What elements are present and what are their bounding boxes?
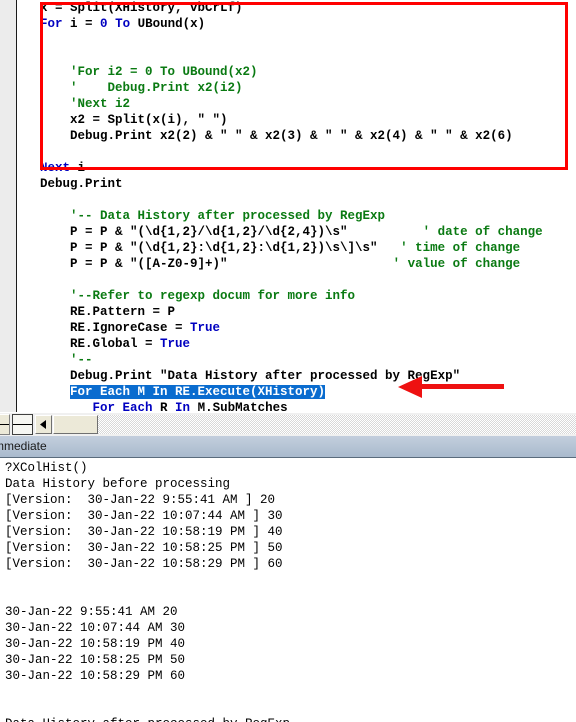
hscroll-left-arrow-button[interactable] bbox=[35, 415, 52, 434]
immediate-output-line: [Version: 30-Jan-22 10:58:25 PM ] 50 bbox=[5, 541, 283, 555]
code-line[interactable]: '-- Data History after processed by RegE… bbox=[18, 208, 576, 224]
code-token: '-- bbox=[40, 353, 93, 367]
code-line[interactable] bbox=[18, 32, 576, 48]
immediate-output-line: 30-Jan-22 9:55:41 AM 20 bbox=[5, 605, 178, 619]
code-token: Debug.Print bbox=[40, 177, 123, 191]
immediate-output-line: 30-Jan-22 10:58:29 PM 60 bbox=[5, 669, 186, 683]
code-line[interactable] bbox=[18, 144, 576, 160]
code-margin-indicator-bar bbox=[0, 0, 17, 412]
code-token: ' time of change bbox=[400, 241, 521, 255]
procedure-view-button[interactable] bbox=[0, 414, 10, 435]
code-line[interactable]: 'For i2 = 0 To UBound(x2) bbox=[18, 64, 576, 80]
code-line[interactable]: ' Debug.Print x2(i2) bbox=[18, 80, 576, 96]
immediate-output-line: [Version: 30-Jan-22 9:55:41 AM ] 20 bbox=[5, 493, 276, 507]
code-token: To bbox=[115, 17, 131, 31]
code-line[interactable]: RE.Pattern = P bbox=[18, 304, 576, 320]
code-token: P = P & "([A-Z0-9]+)" bbox=[40, 257, 393, 271]
code-token: ' date of change bbox=[422, 225, 543, 239]
code-token: True bbox=[190, 321, 221, 335]
code-line[interactable]: P = P & "(\d{1,2}:\d{1,2}:\d{1,2})\s\]\s… bbox=[18, 240, 576, 256]
code-token: ' Debug.Print x2(i2) bbox=[40, 81, 243, 95]
code-token: '-- Data History after processed by RegE… bbox=[40, 209, 386, 223]
code-token: RE.Pattern = P bbox=[40, 305, 176, 319]
code-line[interactable]: RE.Global = True bbox=[18, 336, 576, 352]
code-line[interactable]: x2 = Split(x(i), " ") bbox=[18, 112, 576, 128]
immediate-blank-line bbox=[0, 588, 576, 604]
code-token: RE.Global = bbox=[40, 337, 161, 351]
code-token: Debug.Print x2(2) & " " & x2(3) & " " & … bbox=[40, 129, 513, 143]
code-token: x2 = Split(x(i), " ") bbox=[40, 113, 228, 127]
code-line[interactable] bbox=[18, 48, 576, 64]
code-line[interactable]: For Each R In M.SubMatches bbox=[18, 400, 576, 412]
code-line[interactable]: Debug.Print x2(2) & " " & x2(3) & " " & … bbox=[18, 128, 576, 144]
hscroll-thumb[interactable] bbox=[53, 415, 98, 434]
code-line[interactable]: Debug.Print bbox=[18, 176, 576, 192]
code-token: R bbox=[152, 401, 176, 412]
code-token: 'For i2 = 0 To UBound(x2) bbox=[40, 65, 258, 79]
immediate-output-line: [Version: 30-Jan-22 10:58:19 PM ] 40 bbox=[5, 525, 283, 539]
code-token: i = bbox=[62, 17, 101, 31]
code-token: For Each bbox=[40, 401, 153, 412]
code-line[interactable] bbox=[18, 272, 576, 288]
code-line[interactable]: x = Split(XHistory, vbCrLf) bbox=[18, 0, 576, 16]
triangle-left-icon bbox=[40, 420, 46, 429]
immediate-output-line: [Version: 30-Jan-22 10:58:29 PM ] 60 bbox=[5, 557, 283, 571]
immediate-blank-line bbox=[0, 684, 576, 700]
code-line[interactable]: P = P & "(\d{1,2}/\d{1,2}/\d{2,4})\s" ' … bbox=[18, 224, 576, 240]
code-selection-text: For Each M In RE.Execute(XHistory) bbox=[70, 385, 326, 399]
code-token: For bbox=[40, 17, 63, 31]
code-line[interactable]: '--Refer to regexp docum for more info bbox=[18, 288, 576, 304]
code-token: Debug.Print "Data History after processe… bbox=[40, 369, 461, 383]
code-token: x = Split(XHistory, vbCrLf) bbox=[40, 1, 243, 15]
immediate-window-title: mmediate bbox=[0, 439, 47, 453]
code-line[interactable]: 'Next i2 bbox=[18, 96, 576, 112]
code-line[interactable] bbox=[18, 192, 576, 208]
code-token: UBound(x) bbox=[130, 17, 206, 31]
code-line[interactable]: Next i bbox=[18, 160, 576, 176]
full-module-view-button[interactable] bbox=[12, 414, 33, 435]
code-token: 0 bbox=[100, 17, 108, 31]
code-line[interactable]: P = P & "([A-Z0-9]+)" ' value of change bbox=[18, 256, 576, 272]
immediate-output-line: 30-Jan-22 10:07:44 AM 30 bbox=[5, 621, 186, 635]
immediate-blank-line bbox=[0, 700, 576, 716]
code-line[interactable]: RE.IgnoreCase = True bbox=[18, 320, 576, 336]
immediate-output-line: 30-Jan-22 10:58:25 PM 50 bbox=[5, 653, 186, 667]
code-token: In bbox=[175, 401, 191, 412]
code-token: Next bbox=[40, 161, 71, 175]
code-line[interactable]: For i = 0 To UBound(x) bbox=[18, 16, 576, 32]
code-pane-horizontal-scrollbar-row[interactable] bbox=[0, 412, 576, 437]
code-line[interactable]: Debug.Print "Data History after processe… bbox=[18, 368, 576, 384]
code-token: True bbox=[160, 337, 191, 351]
code-token: P = P & "(\d{1,2}:\d{1,2}:\d{1,2})\s\]\s… bbox=[40, 241, 401, 255]
code-line[interactable]: '-- bbox=[18, 352, 576, 368]
code-token: 'Next i2 bbox=[40, 97, 131, 111]
immediate-output-line: Data History before processing bbox=[5, 477, 231, 491]
code-token: M.SubMatches bbox=[190, 401, 288, 412]
immediate-window-output[interactable]: ?XColHist() Data History before processin… bbox=[0, 459, 576, 722]
immediate-blank-line bbox=[0, 572, 576, 588]
code-lines-container[interactable]: x = Split(XHistory, vbCrLf) For i = 0 To … bbox=[18, 0, 576, 412]
immediate-output-line: Data History after processed by RegExp bbox=[0, 716, 576, 722]
code-token: RE.IgnoreCase = bbox=[40, 321, 191, 335]
hscroll-track[interactable] bbox=[53, 415, 576, 434]
code-token: ' value of change bbox=[392, 257, 521, 271]
vba-code-pane[interactable]: x = Split(XHistory, vbCrLf) For i = 0 To … bbox=[0, 0, 576, 412]
immediate-window-titlebar[interactable]: mmediate bbox=[0, 436, 576, 458]
code-token: '--Refer to regexp docum for more info bbox=[40, 289, 356, 303]
immediate-output-line: ?XColHist() bbox=[5, 461, 88, 475]
code-token: P = P & "(\d{1,2}/\d{1,2}/\d{2,4})\s" bbox=[40, 225, 423, 239]
immediate-window[interactable]: mmediate ?XColHist() Data History before … bbox=[0, 436, 576, 722]
immediate-output-line: [Version: 30-Jan-22 10:07:44 AM ] 30 bbox=[5, 509, 283, 523]
code-token: i bbox=[70, 161, 86, 175]
code-line-selected[interactable]: For Each M In RE.Execute(XHistory) bbox=[18, 384, 576, 400]
immediate-output-line: 30-Jan-22 10:58:19 PM 40 bbox=[5, 637, 186, 651]
